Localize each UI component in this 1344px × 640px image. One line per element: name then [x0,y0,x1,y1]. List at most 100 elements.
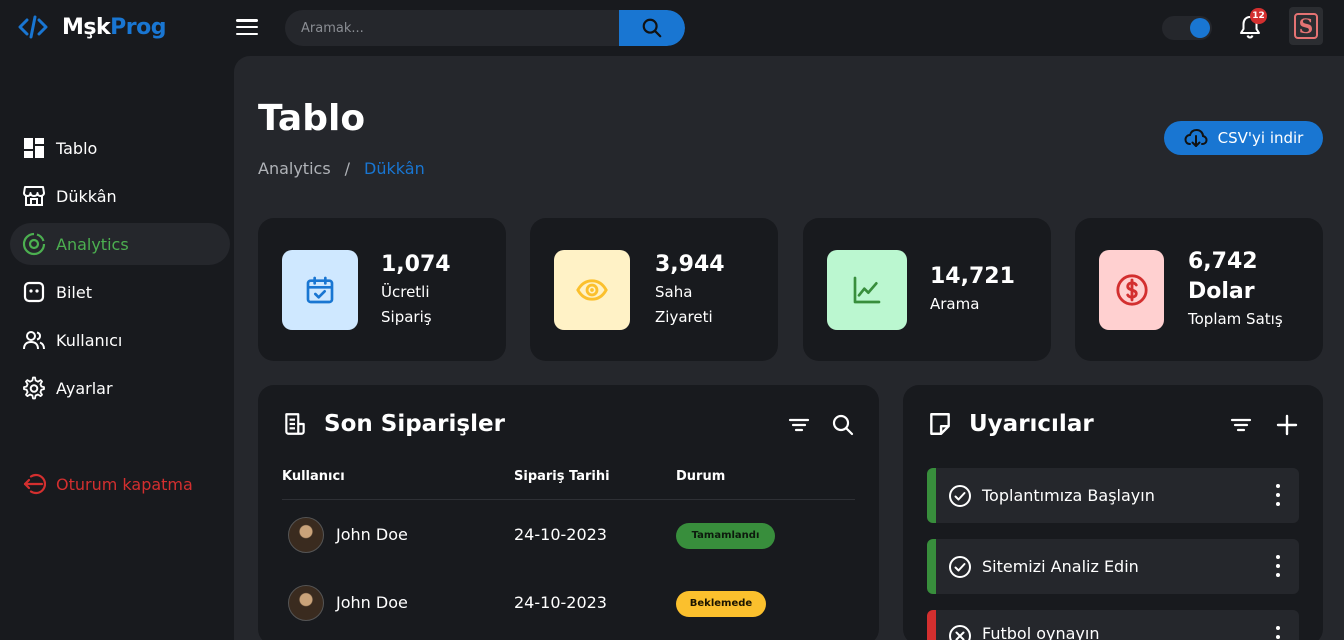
sidebar-item-tablo[interactable]: Tablo [10,127,230,169]
search-bar [285,10,685,46]
gear-icon [23,376,45,400]
search-button[interactable] [619,10,685,46]
table-row[interactable]: John Doe 24-10-2023 Beklemede [282,573,855,633]
stat-icon-box [1099,250,1164,330]
breadcrumb-separator: / [344,159,351,178]
line-chart-icon [853,276,881,304]
stat-card-orders: 1,074 Ücretli Sipariş [258,218,506,361]
divider [282,499,855,500]
stat-card-searches: 14,721 Arama [803,218,1051,361]
logo[interactable]: MşkProg [18,12,166,42]
stat-card-visits: 3,944 Saha Ziyareti [530,218,778,361]
search-input[interactable] [285,10,619,46]
column-header-status[interactable]: Durum [676,469,725,484]
more-options-icon[interactable] [1275,626,1281,640]
breadcrumb-item[interactable]: Analytics [258,159,331,178]
breadcrumb-current[interactable]: Dükkân [364,159,425,178]
sidebar-item-dukkan[interactable]: Dükkân [10,175,230,217]
stat-label: Arama [930,295,980,313]
close-circle-icon [949,625,971,640]
reminders-panel: Uyarıcılar Toplantımıza Başlayın Sitemiz… [903,385,1323,640]
reminder-text: Futbol oynayın [982,624,1100,640]
users-icon [23,331,45,350]
sidebar-item-bilet[interactable]: Bilet [10,271,230,313]
check-circle-icon [949,555,971,578]
stat-value: 6,742 [1188,249,1258,274]
stat-label: Ücretli [381,282,430,301]
stat-icon-box [554,250,630,330]
reminder-item[interactable]: Futbol oynayın [927,610,1299,640]
stat-icon-box [282,250,358,330]
sidebar-item-analytics[interactable]: Analytics [10,223,230,265]
sidebar-item-label: Dükkân [56,186,117,206]
filter-icon[interactable] [787,413,811,437]
main-content: Tablo Analytics / Dükkân CSV'yi indir 1,… [234,56,1344,640]
more-options-icon[interactable] [1275,484,1281,506]
stat-label: Toplam Satış [1188,310,1283,328]
sidebar-item-label: Tablo [56,138,98,158]
filter-icon[interactable] [1229,413,1253,437]
status-badge: Tamamlandı [676,523,775,549]
add-icon[interactable] [1275,413,1299,437]
column-header-user[interactable]: Kullanıcı [282,469,345,484]
top-bar: MşkProg 12 S [0,0,1344,56]
logout-button[interactable]: Oturum kapatma [10,463,230,505]
logout-icon [23,473,46,495]
stat-value: 14,721 [930,264,1015,289]
status-badge: Beklemede [676,591,766,617]
stat-card-sales: 6,742 Dolar Toplam Satış [1075,218,1323,361]
ticket-icon [23,281,45,303]
brand-name-part2: Prog [110,14,166,40]
theme-toggle[interactable] [1162,16,1212,40]
stat-label: Saha [655,282,693,301]
eye-icon [576,279,608,301]
recent-orders-panel: Son Siparişler Kullanıcı Sipariş Tarihi … [258,385,879,640]
search-icon[interactable] [831,413,855,437]
menu-icon[interactable] [236,17,258,37]
order-date: 24-10-2023 [514,525,607,544]
reminder-item[interactable]: Toplantımıza Başlayın [927,468,1299,523]
note-icon [930,413,950,435]
analytics-icon [22,232,46,256]
stat-value: 3,944 [655,251,725,277]
stat-label: Ziyareti [655,307,713,326]
stat-value-unit: Dolar [1188,279,1255,304]
brand-name-part1: Mşk [62,14,111,40]
logout-label: Oturum kapatma [56,474,193,494]
search-icon [642,18,662,38]
page-title: Tablo [258,98,366,139]
dashboard-icon [24,138,44,158]
user-name: John Doe [336,525,408,544]
calendar-check-icon [306,276,334,304]
table-row[interactable]: John Doe 24-10-2023 Tamamlandı [282,505,855,565]
sidebar-item-label: Ayarlar [56,378,113,398]
panel-header: Son Siparişler [282,411,505,437]
sidebar-item-label: Analytics [56,234,129,254]
order-date: 24-10-2023 [514,593,607,612]
sidebar: Tablo Dükkân Analytics Bilet Kullanıcı A… [0,56,234,640]
more-options-icon[interactable] [1275,555,1281,577]
dollar-circle-icon [1115,274,1148,306]
check-circle-icon [949,484,971,507]
sidebar-item-kullanici[interactable]: Kullanıcı [10,319,230,361]
toggle-knob [1190,18,1210,38]
stat-label: Sipariş [381,307,432,326]
breadcrumb: Analytics / Dükkân [258,159,425,178]
download-csv-label: CSV'yi indir [1217,129,1304,147]
profile-letter: S [1294,13,1318,39]
reminder-text: Toplantımıza Başlayın [982,486,1155,505]
notification-badge: 12 [1250,8,1267,24]
reminder-text: Sitemizi Analiz Edin [982,557,1139,576]
download-csv-button[interactable]: CSV'yi indir [1164,121,1323,155]
reminder-item[interactable]: Sitemizi Analiz Edin [927,539,1299,594]
column-header-date[interactable]: Sipariş Tarihi [514,469,610,484]
avatar [288,585,324,621]
avatar [288,517,324,553]
code-icon [18,15,48,39]
avatar[interactable]: S [1289,7,1323,45]
stat-icon-box [827,250,907,330]
panel-title: Uyarıcılar [969,411,1094,437]
sidebar-item-ayarlar[interactable]: Ayarlar [10,367,230,409]
cloud-download-icon [1184,128,1208,147]
sidebar-item-label: Kullanıcı [56,330,123,350]
